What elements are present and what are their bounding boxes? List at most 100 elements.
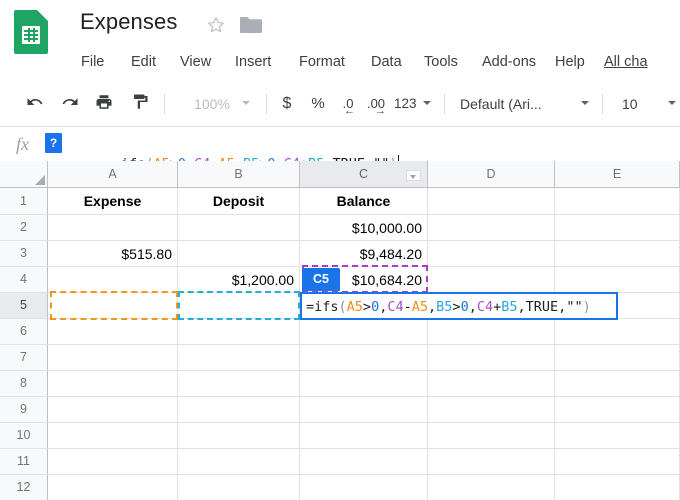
grid-cell-a1[interactable]: Expense <box>48 188 178 215</box>
font-size-chevron-down-icon[interactable] <box>668 101 676 105</box>
grid-cell-d9[interactable] <box>428 397 555 423</box>
column-header-d[interactable]: D <box>428 161 555 188</box>
grid-cell-b9[interactable] <box>178 397 300 423</box>
undo-icon[interactable] <box>24 93 46 115</box>
grid-cell-a11[interactable] <box>48 449 178 475</box>
grid-cell-a10[interactable] <box>48 423 178 449</box>
grid-cell-c1[interactable]: Balance <box>300 188 428 215</box>
grid-cell-e9[interactable] <box>555 397 680 423</box>
zoom-level-value[interactable]: 100% <box>190 94 234 114</box>
percent-format-button[interactable]: % <box>308 94 328 114</box>
row-header-11[interactable]: 11 <box>0 449 48 475</box>
grid-cell-e2[interactable] <box>555 215 680 241</box>
grid-cell-b1[interactable]: Deposit <box>178 188 300 215</box>
grid-cell-d6[interactable] <box>428 319 555 345</box>
menu-tools[interactable]: Tools <box>423 48 459 76</box>
grid-cell-c12[interactable] <box>300 475 428 500</box>
column-menu-chevron-down-icon[interactable] <box>406 170 421 181</box>
more-formats-chevron-down-icon[interactable] <box>423 101 431 105</box>
menu-data[interactable]: Data <box>370 48 403 76</box>
row-header-7[interactable]: 7 <box>0 345 48 371</box>
menu-view[interactable]: View <box>179 48 212 76</box>
grid-cell-c6[interactable] <box>300 319 428 345</box>
grid-cell-e7[interactable] <box>555 345 680 371</box>
grid-cell-d8[interactable] <box>428 371 555 397</box>
grid-cell-a3[interactable]: $515.80 <box>48 241 178 267</box>
grid-cell-a8[interactable] <box>48 371 178 397</box>
formula-input[interactable]: =ifs(A5>0,C4-A5,B5>0,C4+B5,TRUE,"") <box>64 133 399 172</box>
grid-cell-c2[interactable]: $10,000.00 <box>300 215 428 241</box>
menu-add-ons[interactable]: Add-ons <box>481 48 537 76</box>
spreadsheet-grid[interactable]: ABCDE 1 2 3 4 5 6 7 8 9 10 11 12 Expense Deposit Bala… <box>0 161 680 500</box>
grid-cell-b8[interactable] <box>178 371 300 397</box>
row-header-9[interactable]: 9 <box>0 397 48 423</box>
grid-cell-a9[interactable] <box>48 397 178 423</box>
row-header-5[interactable]: 5 <box>0 293 48 319</box>
grid-cell-b4[interactable]: $1,200.00 <box>178 267 300 293</box>
grid-cell-e11[interactable] <box>555 449 680 475</box>
document-title[interactable]: Expenses <box>80 9 177 35</box>
menu-edit[interactable]: Edit <box>130 48 157 76</box>
menu-insert[interactable]: Insert <box>234 48 272 76</box>
grid-cell-c9[interactable] <box>300 397 428 423</box>
grid-cell-e12[interactable] <box>555 475 680 500</box>
grid-cell-d4[interactable] <box>428 267 555 293</box>
grid-cell-d7[interactable] <box>428 345 555 371</box>
paint-format-icon[interactable] <box>129 93 151 115</box>
grid-cell-e6[interactable] <box>555 319 680 345</box>
grid-cell-d11[interactable] <box>428 449 555 475</box>
print-icon[interactable] <box>93 93 115 115</box>
folder-icon[interactable] <box>240 16 262 34</box>
grid-cell-b10[interactable] <box>178 423 300 449</box>
grid-cell-e10[interactable] <box>555 423 680 449</box>
font-name-value[interactable]: Default (Ari... <box>460 94 576 114</box>
redo-icon[interactable] <box>59 93 81 115</box>
grid-cell-c10[interactable] <box>300 423 428 449</box>
currency-format-button[interactable]: $ <box>277 94 297 114</box>
grid-cell-b6[interactable] <box>178 319 300 345</box>
grid-cell-b3[interactable] <box>178 241 300 267</box>
grid-cell-a6[interactable] <box>48 319 178 345</box>
grid-cell-d3[interactable] <box>428 241 555 267</box>
row-header-6[interactable]: 6 <box>0 319 48 345</box>
column-header-b[interactable]: B <box>178 161 300 188</box>
grid-cell-e1[interactable] <box>555 188 680 215</box>
row-header-10[interactable]: 10 <box>0 423 48 449</box>
all-changes-saved-link[interactable]: All cha <box>604 48 680 76</box>
grid-cell-a2[interactable] <box>48 215 178 241</box>
grid-cell-a5[interactable] <box>48 293 178 319</box>
grid-cell-c11[interactable] <box>300 449 428 475</box>
grid-cell-b11[interactable] <box>178 449 300 475</box>
grid-cell-b2[interactable] <box>178 215 300 241</box>
menu-help[interactable]: Help <box>554 48 586 76</box>
grid-cell-d1[interactable] <box>428 188 555 215</box>
row-header-12[interactable]: 12 <box>0 475 48 500</box>
grid-cell-a7[interactable] <box>48 345 178 371</box>
column-header-c[interactable]: C <box>300 161 428 188</box>
grid-cell-a4[interactable] <box>48 267 178 293</box>
row-header-8[interactable]: 8 <box>0 371 48 397</box>
row-header-2[interactable]: 2 <box>0 215 48 241</box>
grid-cell-c8[interactable] <box>300 371 428 397</box>
font-size-value[interactable]: 10 <box>622 94 646 114</box>
column-header-e[interactable]: E <box>555 161 680 188</box>
grid-cell-e3[interactable] <box>555 241 680 267</box>
menu-format[interactable]: Format <box>298 48 346 76</box>
row-header-4[interactable]: 4 <box>0 267 48 293</box>
grid-cell-d10[interactable] <box>428 423 555 449</box>
grid-cell-c3[interactable]: $9,484.20 <box>300 241 428 267</box>
row-header-1[interactable]: 1 <box>0 188 48 215</box>
grid-cell-b12[interactable] <box>178 475 300 500</box>
column-header-a[interactable]: A <box>48 161 178 188</box>
grid-cell-b5[interactable] <box>178 293 300 319</box>
font-name-chevron-down-icon[interactable] <box>581 101 589 105</box>
formula-help-icon[interactable]: ? <box>45 133 62 153</box>
grid-cell-a12[interactable] <box>48 475 178 500</box>
active-cell-editor[interactable]: =ifs(A5>0,C4-A5,B5>0,C4+B5,TRUE,"") <box>300 292 618 320</box>
grid-cell-e4[interactable] <box>555 267 680 293</box>
grid-cell-b7[interactable] <box>178 345 300 371</box>
grid-cell-e8[interactable] <box>555 371 680 397</box>
select-all-corner[interactable] <box>0 161 48 188</box>
zoom-chevron-down-icon[interactable] <box>242 101 250 105</box>
grid-cell-d2[interactable] <box>428 215 555 241</box>
